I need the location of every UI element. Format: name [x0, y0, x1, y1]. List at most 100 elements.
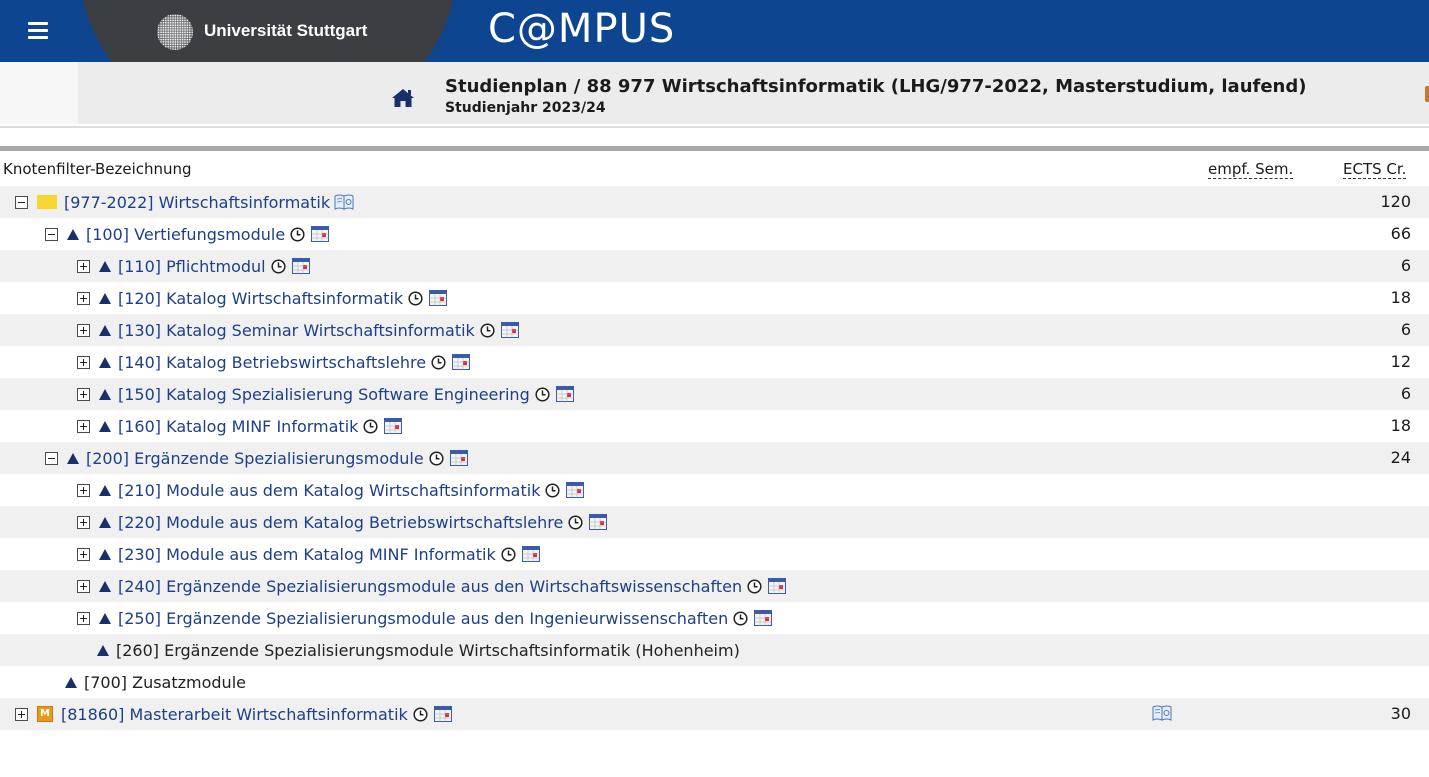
- tree-row: [240] Ergänzende Spezialisierungsmodule …: [0, 570, 1429, 602]
- column-header-semester[interactable]: empf. Sem.: [1208, 160, 1294, 179]
- tree-row: [250] Ergänzende Spezialisierungsmodule …: [0, 602, 1429, 634]
- university-name[interactable]: Universität Stuttgart: [204, 21, 367, 41]
- clock-icon[interactable]: [733, 610, 748, 626]
- edge-marker: [1425, 86, 1429, 102]
- expand-icon[interactable]: [77, 355, 90, 369]
- column-header-ects[interactable]: ECTS Cr.: [1343, 160, 1407, 179]
- tree-node-label[interactable]: [240] Ergänzende Spezialisierungsmodule …: [118, 577, 742, 596]
- tree-row: [700] Zusatzmodule: [0, 666, 1429, 698]
- expand-icon[interactable]: [77, 611, 90, 625]
- clock-icon[interactable]: [501, 546, 516, 562]
- expand-icon[interactable]: [77, 291, 90, 305]
- triangle-node-icon: [99, 388, 111, 400]
- calendar-icon[interactable]: [311, 226, 330, 242]
- tree-node-label[interactable]: [81860] Masterarbeit Wirtschaftsinformat…: [61, 705, 408, 724]
- clock-icon[interactable]: [568, 514, 583, 530]
- tree-node-label[interactable]: [210] Module aus dem Katalog Wirtschafts…: [118, 481, 540, 500]
- clock-icon[interactable]: [413, 706, 428, 722]
- calendar-icon[interactable]: [589, 514, 608, 530]
- ects-value: 6: [1400, 320, 1411, 339]
- expand-icon[interactable]: [77, 259, 90, 273]
- clock-icon[interactable]: [408, 290, 423, 306]
- book-icon[interactable]: [334, 193, 354, 211]
- ects-value: 18: [1390, 288, 1411, 307]
- calendar-icon[interactable]: [429, 290, 448, 306]
- tree-node-label[interactable]: [220] Module aus dem Katalog Betriebswir…: [118, 513, 563, 532]
- tree-row: [150] Katalog Spezialisierung Software E…: [0, 378, 1429, 410]
- expand-icon[interactable]: [77, 579, 90, 593]
- app-title[interactable]: C@MPUS: [488, 6, 675, 52]
- folder-icon: [37, 195, 57, 209]
- expand-icon[interactable]: [77, 515, 90, 529]
- clock-icon[interactable]: [290, 226, 305, 242]
- collapse-icon[interactable]: [45, 451, 58, 465]
- tree-node-label[interactable]: [977-2022] Wirtschaftsinformatik: [64, 193, 330, 212]
- table-header: Knotenfilter-Bezeichnung empf. Sem. ECTS…: [0, 151, 1429, 183]
- triangle-node-icon: [99, 292, 111, 304]
- expand-icon[interactable]: [77, 419, 90, 433]
- tree-row: [220] Module aus dem Katalog Betriebswir…: [0, 506, 1429, 538]
- expand-icon[interactable]: [77, 483, 90, 497]
- university-logo-icon[interactable]: [155, 12, 195, 52]
- expand-icon[interactable]: [15, 707, 28, 721]
- clock-icon[interactable]: [545, 482, 561, 498]
- ects-value: 6: [1400, 256, 1411, 275]
- calendar-icon[interactable]: [566, 482, 585, 498]
- triangle-node-icon: [99, 356, 111, 368]
- collapse-icon[interactable]: [45, 227, 58, 241]
- collapse-icon[interactable]: [15, 195, 28, 209]
- calendar-icon[interactable]: [291, 258, 310, 274]
- triangle-node-icon: [99, 484, 111, 496]
- tree-node-label[interactable]: [110] Pflichtmodul: [118, 257, 266, 276]
- ects-value: 6: [1400, 384, 1411, 403]
- clock-icon[interactable]: [429, 450, 444, 466]
- column-header-name: Knotenfilter-Bezeichnung: [3, 160, 192, 178]
- expand-icon[interactable]: [77, 387, 90, 401]
- tree-node-label[interactable]: [250] Ergänzende Spezialisierungsmodule …: [118, 609, 728, 628]
- calendar-icon[interactable]: [452, 354, 471, 370]
- calendar-icon[interactable]: [384, 418, 403, 434]
- tree-node-label[interactable]: [150] Katalog Spezialisierung Software E…: [118, 385, 530, 404]
- tree-node-label[interactable]: [120] Katalog Wirtschaftsinformatik: [118, 289, 403, 308]
- calendar-icon[interactable]: [768, 578, 787, 594]
- ects-value: 120: [1380, 192, 1411, 211]
- triangle-node-icon: [65, 676, 77, 688]
- triangle-node-icon: [99, 260, 111, 272]
- tree-node-label[interactable]: [130] Katalog Seminar Wirtschaftsinforma…: [118, 321, 475, 340]
- book-icon[interactable]: [1152, 704, 1172, 722]
- clock-icon[interactable]: [480, 322, 495, 338]
- tree-node-label[interactable]: [230] Module aus dem Katalog MINF Inform…: [118, 545, 496, 564]
- calendar-icon[interactable]: [500, 322, 519, 338]
- tree-node-label[interactable]: [140] Katalog Betriebswirtschaftslehre: [118, 353, 426, 372]
- hamburger-menu-icon[interactable]: [28, 22, 48, 40]
- clock-icon[interactable]: [535, 386, 550, 402]
- study-plan-tree: [977-2022] Wirtschaftsinformatik 120 [10…: [0, 186, 1429, 730]
- ects-value: 24: [1390, 448, 1411, 467]
- calendar-icon[interactable]: [521, 546, 540, 562]
- clock-icon[interactable]: [431, 354, 446, 370]
- triangle-node-icon: [99, 516, 111, 528]
- triangle-node-icon: [99, 548, 111, 560]
- tree-row: M [81860] Masterarbeit Wirtschaftsinform…: [0, 698, 1429, 730]
- tree-row: [260] Ergänzende Spezialisierungsmodule …: [0, 634, 1429, 666]
- calendar-icon[interactable]: [555, 386, 574, 402]
- clock-icon[interactable]: [747, 578, 762, 594]
- tree-node-label: [260] Ergänzende Spezialisierungsmodule …: [116, 640, 740, 660]
- calendar-icon[interactable]: [449, 450, 468, 466]
- top-bar: Universität Stuttgart C@MPUS: [0, 0, 1429, 62]
- tree-node-label[interactable]: [100] Vertiefungsmodule: [86, 225, 285, 244]
- tree-node-label: [700] Zusatzmodule: [84, 672, 246, 692]
- calendar-icon[interactable]: [754, 610, 773, 626]
- calendar-icon[interactable]: [433, 706, 452, 722]
- tree-node-label[interactable]: [200] Ergänzende Spezialisierungsmodule: [86, 449, 424, 468]
- expand-icon[interactable]: [77, 547, 90, 561]
- home-icon[interactable]: [391, 87, 415, 109]
- clock-icon[interactable]: [363, 418, 378, 434]
- expand-icon[interactable]: [77, 323, 90, 337]
- tree-row: [230] Module aus dem Katalog MINF Inform…: [0, 538, 1429, 570]
- tree-node-label[interactable]: [160] Katalog MINF Informatik: [118, 417, 358, 436]
- clock-icon[interactable]: [271, 258, 286, 274]
- breadcrumb-left-panel: [0, 62, 78, 124]
- page-title: Studienplan / 88 977 Wirtschaftsinformat…: [445, 76, 1307, 97]
- tree-row: [200] Ergänzende Spezialisierungsmodule …: [0, 442, 1429, 474]
